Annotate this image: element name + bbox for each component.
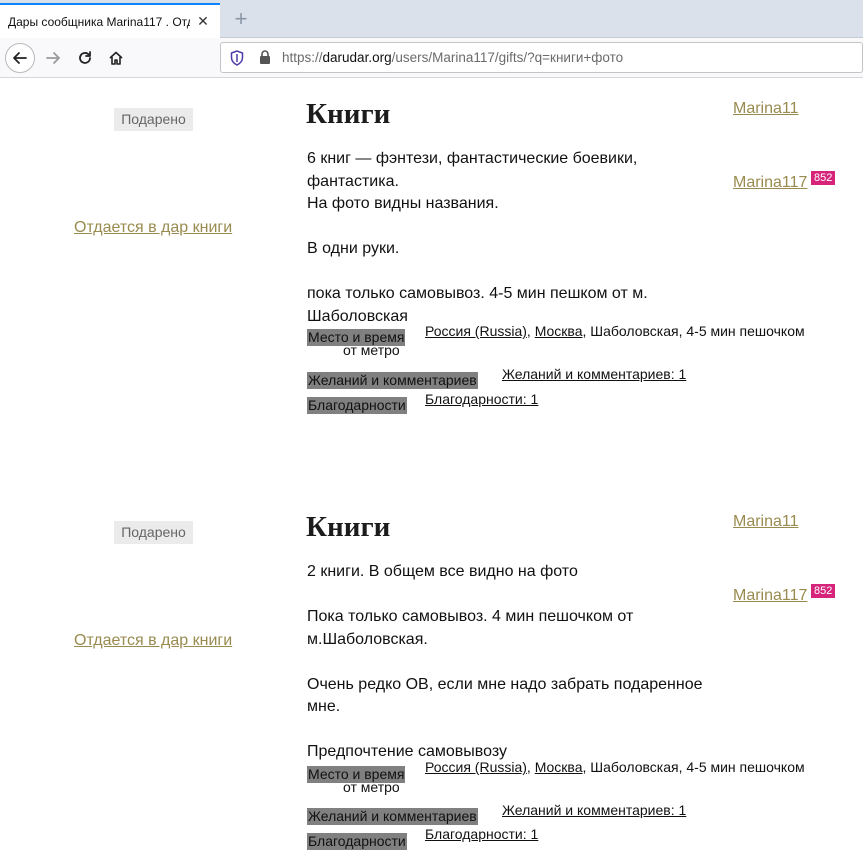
gift-description: 6 книг — фэнтези, фантастические боевики… xyxy=(307,148,727,328)
wishes-label[interactable]: Желаний и комментариев xyxy=(307,372,478,389)
country-link[interactable]: Россия (Russia) xyxy=(425,759,527,775)
url-text[interactable]: https://darudar.org/users/Marina117/gift… xyxy=(282,50,623,65)
home-icon xyxy=(109,51,123,65)
city-link[interactable]: Москва xyxy=(535,759,583,775)
description-gap xyxy=(307,216,727,239)
karma-badge: 852 xyxy=(811,584,836,598)
author-link[interactable]: Marina117 xyxy=(733,174,807,192)
wishes-link[interactable]: Желаний и комментариев: 1 xyxy=(502,366,686,382)
wishes-label[interactable]: Желаний и комментариев xyxy=(307,808,478,825)
active-tab[interactable]: Дары сообщника Marina117 . Отда ✕ xyxy=(0,3,220,38)
place-label-sub: от метро xyxy=(343,342,400,358)
description-gap xyxy=(307,651,727,674)
user-link[interactable]: Marina11 xyxy=(733,100,799,118)
tab-bar: Дары сообщника Marina117 . Отда ✕ + xyxy=(0,0,863,38)
url-path: /users/Marina117/gifts/?q=книги+фото xyxy=(391,50,624,65)
description-line: 2 книги. В общем все видно на фото xyxy=(307,563,578,580)
description-line: В одни руки. xyxy=(307,240,400,257)
thanks-count[interactable]: Благодарности: 1 xyxy=(425,826,538,842)
karma-badge: 852 xyxy=(811,171,836,185)
place-value: Россия (Russia), Москва, Шаболовская, 4-… xyxy=(425,759,805,775)
category-link[interactable]: Отдается в дар книги xyxy=(74,632,232,650)
gift-description: 2 книги. В общем все видно на фото Пока … xyxy=(307,561,727,764)
place-label-sub: от метро xyxy=(343,779,400,795)
status-badge: Подарено xyxy=(114,108,193,131)
status-badge: Подарено xyxy=(114,521,193,544)
thanks-label[interactable]: Благодарности xyxy=(307,397,407,414)
url-domain: darudar.org xyxy=(322,50,392,65)
description-line: На фото видны названия. xyxy=(307,195,499,212)
shield-icon[interactable] xyxy=(230,50,244,66)
arrow-left-icon xyxy=(13,52,27,64)
new-tab-icon[interactable]: + xyxy=(230,8,252,30)
wishes-link[interactable]: Желаний и комментариев: 1 xyxy=(502,802,686,818)
description-gap xyxy=(307,261,727,284)
tab-title: Дары сообщника Marina117 . Отда xyxy=(8,14,190,29)
thanks-link[interactable]: Благодарности: 1 xyxy=(425,826,538,842)
description-gap xyxy=(307,719,727,742)
back-button[interactable] xyxy=(5,43,35,73)
wishes-count[interactable]: Желаний и комментариев: 1 xyxy=(502,802,686,818)
gift-title[interactable]: Книги xyxy=(306,511,390,544)
reload-icon xyxy=(79,51,91,64)
description-line: пока только самовывоз. 4-5 мин пешком от… xyxy=(307,285,648,325)
forward-button[interactable] xyxy=(38,43,68,73)
home-button[interactable] xyxy=(101,43,131,73)
category-link[interactable]: Отдается в дар книги xyxy=(74,219,232,237)
description-line: Очень редко ОВ, если мне надо забрать по… xyxy=(307,675,703,716)
user-link[interactable]: Marina11 xyxy=(733,513,799,531)
lock-icon[interactable] xyxy=(259,50,271,65)
author-link[interactable]: Marina117 xyxy=(733,587,807,605)
place-rest: , Шаболовская, 4-5 мин пешочком xyxy=(582,759,805,775)
reload-button[interactable] xyxy=(70,43,100,73)
arrow-right-icon xyxy=(46,52,60,64)
description-line: 6 книг — фэнтези, фантастические боевики… xyxy=(307,150,638,167)
description-line: Пока только самовывоз. 4 мин пешочком от xyxy=(307,608,634,625)
url-scheme: https:// xyxy=(282,50,323,65)
wishes-count[interactable]: Желаний и комментариев: 1 xyxy=(502,366,686,382)
description-gap xyxy=(307,584,727,607)
city-link[interactable]: Москва xyxy=(535,323,583,339)
close-tab-icon[interactable]: ✕ xyxy=(196,14,210,28)
gift-title[interactable]: Книги xyxy=(306,98,390,131)
description-line: м.Шаболовская. xyxy=(307,630,428,648)
thanks-label[interactable]: Благодарности xyxy=(307,833,407,850)
navigation-bar: https://darudar.org/users/Marina117/gift… xyxy=(0,38,863,78)
place-rest: , Шаболовская, 4-5 мин пешочком xyxy=(582,323,805,339)
country-link[interactable]: Россия (Russia) xyxy=(425,323,527,339)
address-bar[interactable]: https://darudar.org/users/Marina117/gift… xyxy=(220,42,863,73)
place-value: Россия (Russia), Москва, Шаболовская, 4-… xyxy=(425,323,805,339)
thanks-link[interactable]: Благодарности: 1 xyxy=(425,391,538,407)
description-line: фантастика. xyxy=(307,172,399,190)
thanks-count[interactable]: Благодарности: 1 xyxy=(425,391,538,407)
